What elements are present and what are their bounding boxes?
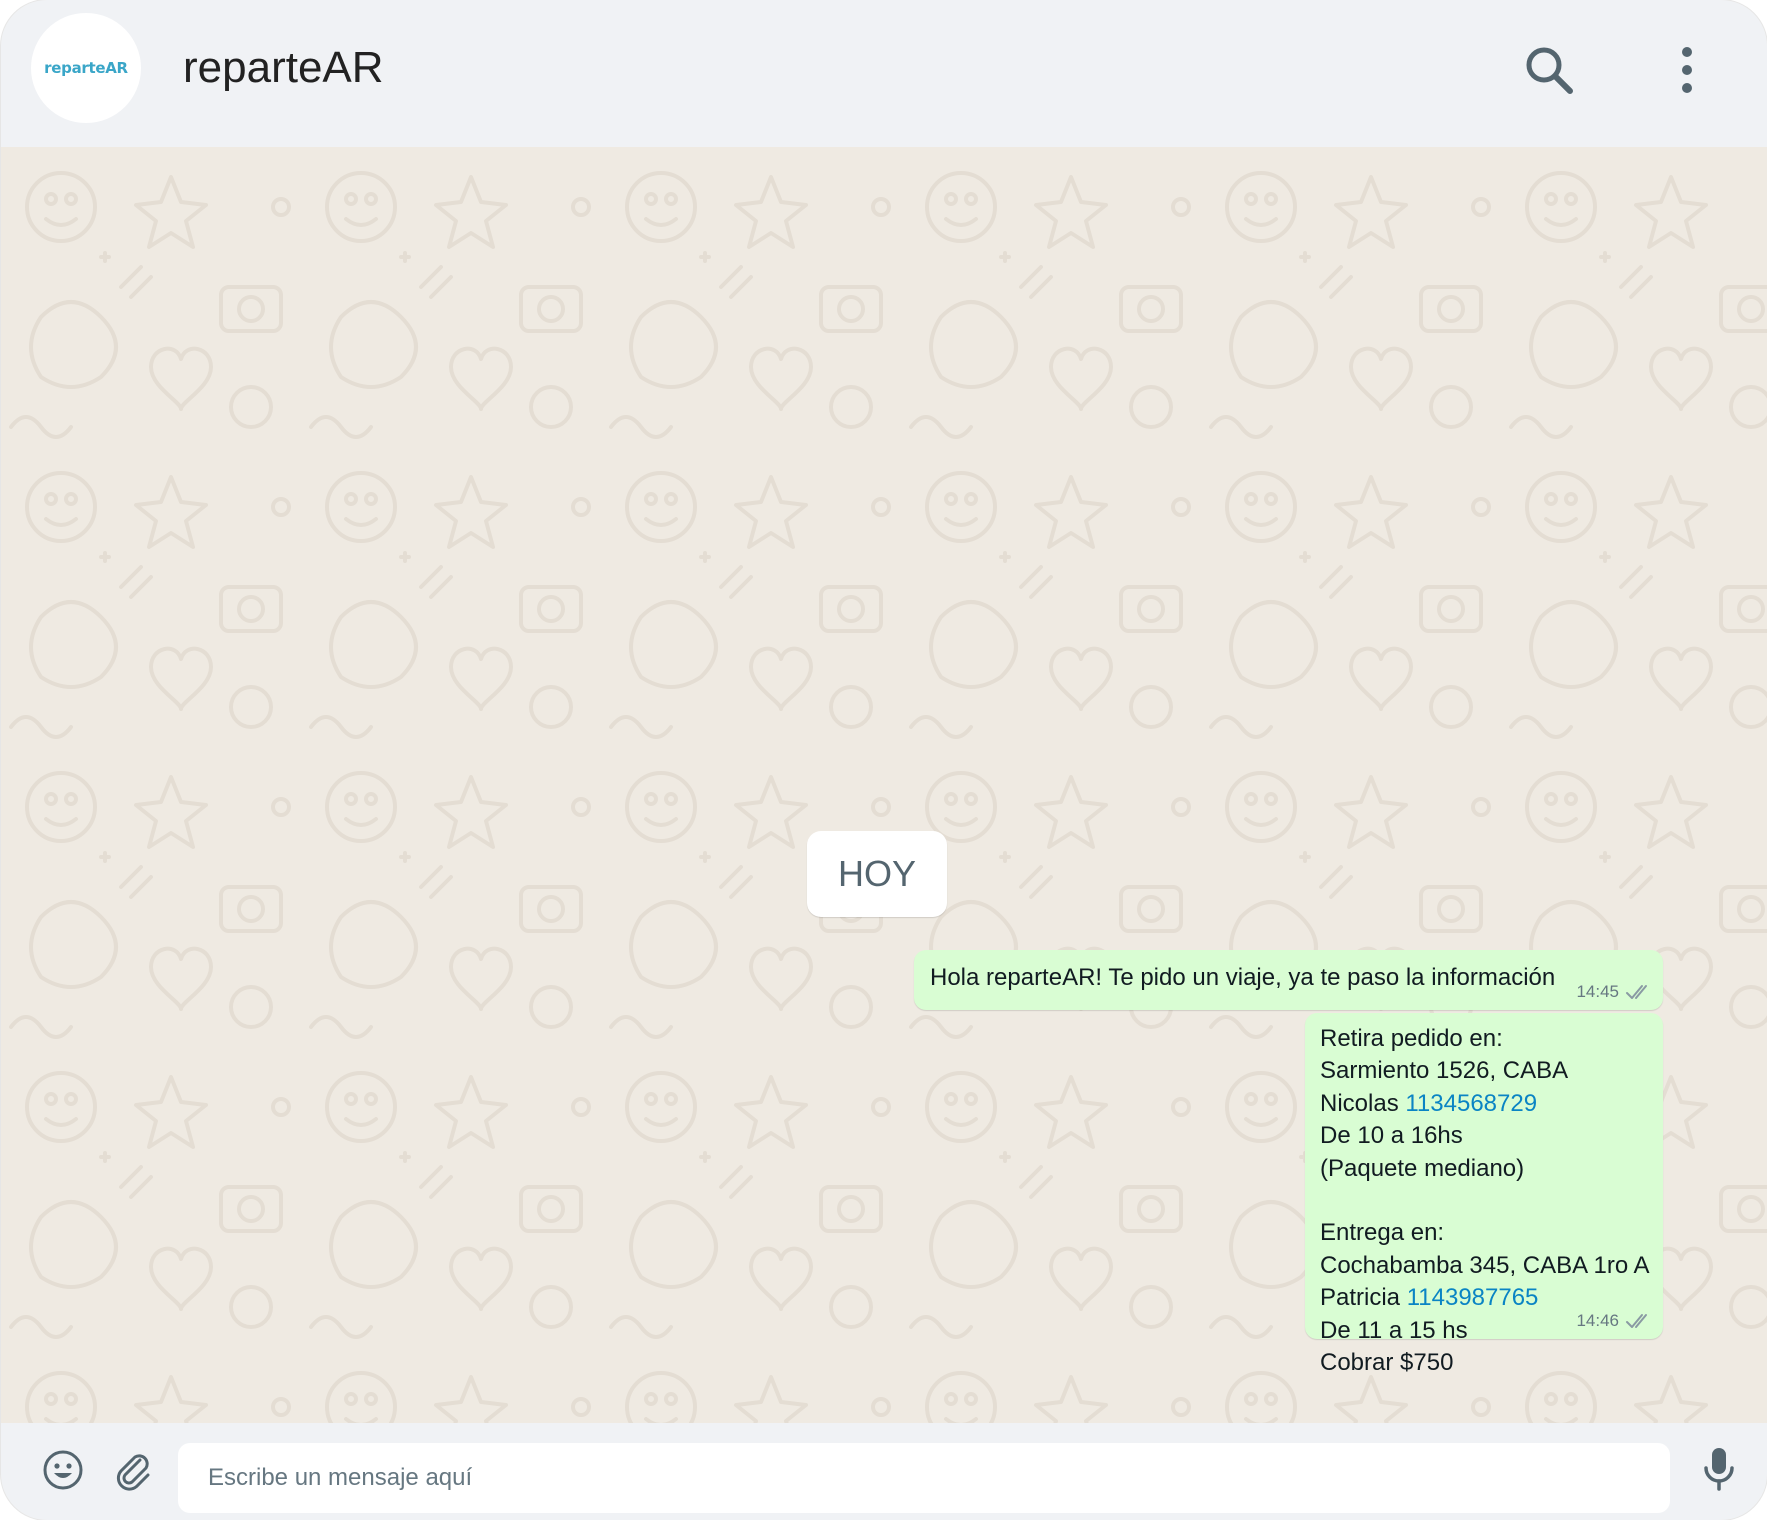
double-check-icon [1625,983,1653,1001]
message-input[interactable] [178,1443,1670,1513]
kebab-menu-icon [1682,47,1692,93]
emoji-button[interactable] [39,1446,87,1494]
message-text: Hola reparteAR! Te pido un viaje, ya te … [930,964,1556,991]
attach-button[interactable] [109,1446,157,1494]
microphone-icon [1704,1448,1734,1491]
message-line: Retira pedido en: [1320,1025,1503,1052]
message-time: 14:45 [1576,982,1619,1001]
composer-bar [1,1423,1767,1520]
voice-message-button[interactable] [1695,1443,1743,1495]
message-time: 14:46 [1576,1311,1619,1330]
paperclip-icon [116,1454,150,1491]
message-meta: 14:46 [1576,1311,1653,1331]
avatar[interactable]: reparteAR [31,13,141,123]
outgoing-message[interactable]: Hola reparteAR! Te pido un viaje, ya te … [914,950,1663,1010]
contact-name[interactable]: reparteAR [183,42,384,94]
phone-link[interactable]: 1134568729 [1405,1090,1537,1117]
emoji-icon [43,1450,83,1490]
chat-header: reparteAR reparteAR [1,0,1767,147]
outgoing-message[interactable]: Retira pedido en: Sarmiento 1526, CABA N… [1305,1013,1663,1376]
menu-button[interactable] [1657,40,1717,100]
message-meta: 14:45 [1576,982,1653,1002]
search-button[interactable] [1519,40,1579,100]
double-check-icon [1625,1312,1653,1330]
logo-text: reparteAR [44,59,128,77]
message-line: Cochabamba 345, CABA 1ro A [1320,1251,1650,1279]
message-line: Patricia 1143987765 [1320,1282,1650,1314]
date-divider: HOY [807,831,947,917]
message-line: (Paquete mediano) [1320,1154,1525,1182]
message-line: Nicolas 1134568729 [1320,1088,1650,1120]
chat-window: reparteAR reparteAR HOY Hola reparteAR! … [1,0,1767,1520]
search-icon [1526,47,1573,94]
message-list[interactable]: HOY Hola reparteAR! Te pido un viaje, ya… [1,147,1767,1423]
contact-name-text: Patricia [1320,1284,1407,1312]
phone-link[interactable]: 1143987765 [1407,1284,1539,1311]
message-line: Cobrar $750 [1320,1348,1454,1376]
message-line: De 10 a 16hs [1320,1122,1463,1150]
message-line: Entrega en: [1320,1219,1445,1247]
contact-name-text: Nicolas [1320,1089,1406,1117]
message-line: Sarmiento 1526, CABA [1320,1057,1569,1085]
